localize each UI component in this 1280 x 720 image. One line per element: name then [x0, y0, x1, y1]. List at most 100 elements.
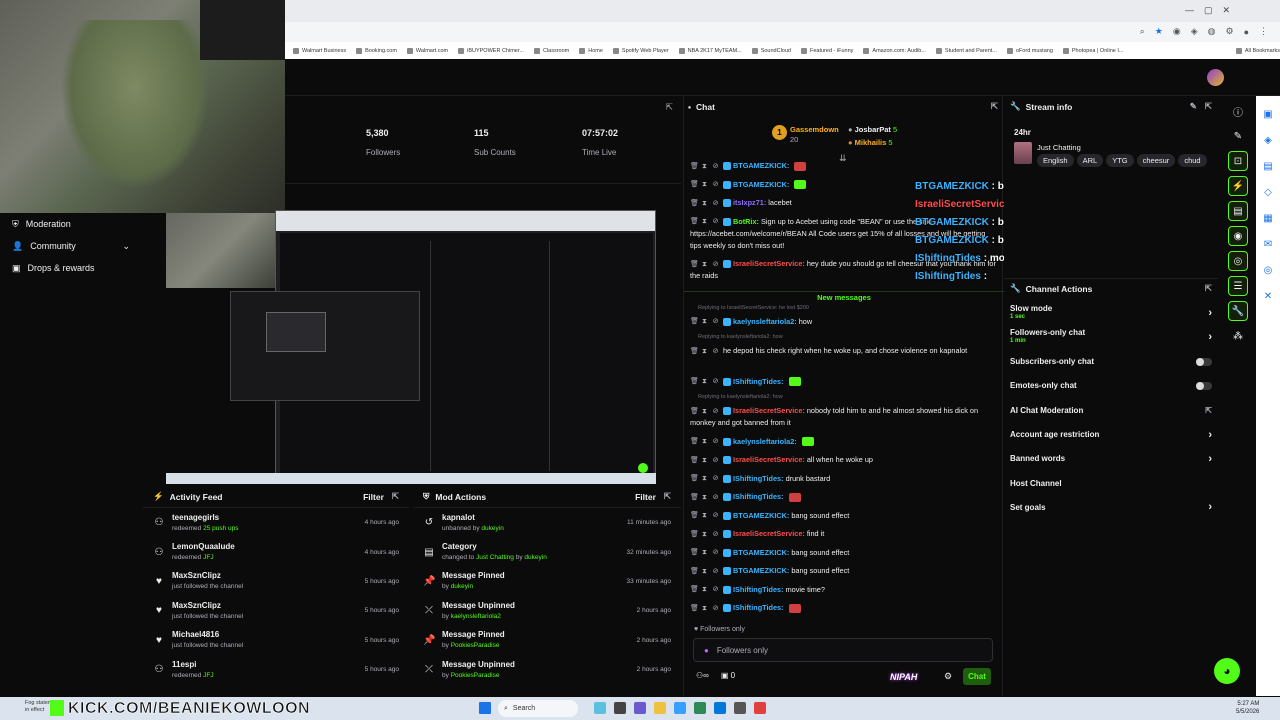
- delete-icon[interactable]: 🗑: [690, 531, 699, 538]
- chat-username[interactable]: IsraeliSecretService:: [733, 529, 805, 538]
- tag-chip[interactable]: cheesur: [1136, 154, 1176, 167]
- channel-action-row[interactable]: Slow mode 1 sec ›: [1010, 301, 1212, 325]
- timeout-icon[interactable]: ⧗: [701, 318, 708, 325]
- ban-icon[interactable]: ⊘: [712, 200, 719, 207]
- tag-chip[interactable]: chud: [1178, 154, 1207, 167]
- timeout-icon[interactable]: ⧗: [701, 457, 708, 464]
- chat-message[interactable]: 🗑 ⧗ ⊘ kaelynsleftariola2:: [690, 436, 996, 448]
- ban-icon[interactable]: ⊘: [712, 475, 719, 482]
- delete-icon[interactable]: 🗑: [690, 163, 699, 170]
- filter-button[interactable]: Filter: [635, 492, 656, 502]
- bookmark-item[interactable]: Amazon.com: Audib...: [863, 47, 926, 54]
- chat-username[interactable]: IShiftingTides:: [733, 492, 784, 501]
- activity-item[interactable]: ♥ MaxSznClipz just followed the channel 5 h…: [143, 596, 409, 625]
- filter-button[interactable]: Filter: [363, 492, 384, 502]
- popout-icon[interactable]: ⇱: [991, 101, 998, 112]
- bookmark-item[interactable]: Home: [579, 47, 603, 54]
- bolt-icon[interactable]: ⚡: [1228, 176, 1248, 196]
- chat-username[interactable]: kaelynsleftariola2:: [733, 317, 797, 326]
- activity-item[interactable]: ⚇ teenagegirls redeemed 25 push ups 4 hours…: [143, 508, 409, 537]
- chat-username[interactable]: BTGAMEZKICK:: [733, 548, 789, 557]
- chat-message[interactable]: 🗑 ⧗ ⊘ kaelynsleftariola2: how: [690, 316, 996, 328]
- ban-icon[interactable]: ⊘: [712, 348, 719, 355]
- chat-message[interactable]: 🗑 ⧗ ⊘ IShiftingTides:: [690, 491, 996, 503]
- bookmark-item[interactable]: Walmart.com: [406, 47, 448, 54]
- settings-icon[interactable]: ⚙: [1225, 26, 1233, 37]
- popout-icon[interactable]: ⇱: [392, 491, 399, 502]
- bookmark-item[interactable]: NBA 2K17 MyTEAM...: [678, 47, 742, 54]
- app-icon[interactable]: [634, 702, 646, 714]
- chat-username[interactable]: itsIxpz71:: [733, 198, 766, 207]
- chevron-right-icon[interactable]: ›: [1208, 307, 1212, 319]
- chat-message[interactable]: 🗑 ⧗ ⊘ BTGAMEZKICK:: [690, 160, 996, 172]
- info-icon[interactable]: ⓘ: [1228, 101, 1248, 121]
- mod-action-item[interactable]: ⤫ Message Unpinned by PookiesParadise 2 hou…: [413, 655, 681, 684]
- popout-icon[interactable]: ⇱: [665, 102, 673, 113]
- nav-community[interactable]: 👤 Community ⌄: [0, 235, 166, 257]
- chat-send-button[interactable]: Chat: [963, 668, 991, 685]
- extension-icon[interactable]: ◍: [1208, 26, 1216, 37]
- chevron-right-icon[interactable]: ›: [1208, 429, 1212, 441]
- ban-icon[interactable]: ⊘: [712, 438, 719, 445]
- app-icon[interactable]: [674, 702, 686, 714]
- ban-icon[interactable]: ⊘: [712, 549, 719, 556]
- chat-icon[interactable]: ◉: [1228, 226, 1248, 246]
- ban-icon[interactable]: ⊘: [712, 512, 719, 519]
- chat-username[interactable]: IShiftingTides:: [733, 585, 784, 594]
- timeout-icon[interactable]: ⧗: [701, 531, 708, 538]
- popout-icon[interactable]: ⇱: [664, 491, 671, 502]
- chat-username[interactable]: BTGAMEZKICK:: [733, 511, 789, 520]
- chat-username[interactable]: BotRix:: [733, 217, 759, 226]
- ban-icon[interactable]: ⊘: [712, 261, 719, 268]
- ban-icon[interactable]: ⊘: [712, 408, 719, 415]
- tag-chip[interactable]: YTG: [1106, 154, 1134, 167]
- broadcast-icon[interactable]: ◎: [1228, 251, 1248, 271]
- tag-chip[interactable]: ARL: [1076, 154, 1104, 167]
- chevron-right-icon[interactable]: ›: [1208, 453, 1212, 465]
- delete-icon[interactable]: 🗑: [690, 512, 699, 519]
- delete-icon[interactable]: 🗑: [690, 261, 699, 268]
- channel-action-row[interactable]: Followers-only chat 1 min ›: [1010, 325, 1212, 349]
- ban-icon[interactable]: ⊘: [712, 605, 719, 612]
- tag-chip[interactable]: English: [1037, 154, 1074, 167]
- window-controls[interactable]: — ▢ ✕: [1185, 5, 1230, 16]
- settings-icon[interactable]: ⚙: [944, 671, 952, 682]
- mod-action-item[interactable]: 📌 Message Pinned by dukeyin 33 minutes ago: [413, 567, 681, 596]
- bookmark-item[interactable]: Photopea | Online I...: [1062, 47, 1123, 54]
- extension-icon[interactable]: ◉: [1173, 26, 1181, 37]
- ban-icon[interactable]: ⊘: [712, 568, 719, 575]
- chevron-right-icon[interactable]: ›: [1208, 331, 1212, 343]
- app-icon[interactable]: [694, 702, 706, 714]
- activity-item[interactable]: ♥ Michael4816 just followed the channel 5 h…: [143, 626, 409, 655]
- document-icon[interactable]: ▤: [1228, 201, 1248, 221]
- chat-input[interactable]: ● Followers only: [693, 638, 993, 662]
- delete-icon[interactable]: 🗑: [690, 475, 699, 482]
- bookmark-item[interactable]: Student and Parent...: [935, 47, 997, 54]
- activity-item[interactable]: ♥ MaxSznClipz just followed the channel 5 h…: [143, 567, 409, 596]
- chat-message[interactable]: 🗑 ⧗ ⊘ IsraeliSecretService: find it: [690, 528, 996, 540]
- bookmark-item[interactable]: Booking.com: [356, 47, 397, 54]
- chat-username[interactable]: IsraeliSecretService:: [733, 455, 805, 464]
- mod-action-item[interactable]: 📌 Message Pinned by PookiesParadise 2 hours…: [413, 626, 681, 655]
- nav-drops[interactable]: ▣ Drops & rewards: [0, 257, 166, 279]
- bookmark-star-icon[interactable]: ★: [1155, 26, 1163, 37]
- profile-icon[interactable]: ●: [1244, 27, 1249, 37]
- chat-username[interactable]: IShiftingTides:: [733, 377, 784, 386]
- delete-icon[interactable]: 🗑: [690, 408, 699, 415]
- viewers-icon[interactable]: ⚇∞: [696, 671, 709, 680]
- chat-message[interactable]: 🗑 ⧗ ⊘ IsraeliSecretService: all when he wok…: [690, 454, 996, 466]
- channel-action-row[interactable]: Host Channel: [1010, 471, 1212, 495]
- bookmark-item[interactable]: Featured - iFunny: [800, 47, 853, 54]
- chrome-icon[interactable]: [754, 702, 766, 714]
- chat-message[interactable]: 🗑 ⧗ ⊘ IsraeliSecretService: nobody told him…: [690, 405, 996, 429]
- channel-action-row[interactable]: Banned words ›: [1010, 447, 1212, 471]
- bookmark-item[interactable]: Spotify Web Player: [612, 47, 669, 54]
- chat-username[interactable]: kaelynsleftariola2:: [733, 437, 797, 446]
- apps-icon[interactable]: ⁂: [1228, 326, 1248, 346]
- mod-action-item[interactable]: ▤ Category changed to Just Chatting by duk…: [413, 537, 681, 566]
- mod-action-item[interactable]: ⤫ Message Unpinned by kaelynsleftariola2 2 …: [413, 596, 681, 625]
- chat-username[interactable]: BTGAMEZKICK:: [733, 161, 789, 170]
- edit-icon[interactable]: ✎: [1190, 101, 1197, 112]
- timeout-icon[interactable]: ⧗: [701, 605, 708, 612]
- wrench-icon[interactable]: 🔧: [1228, 301, 1248, 321]
